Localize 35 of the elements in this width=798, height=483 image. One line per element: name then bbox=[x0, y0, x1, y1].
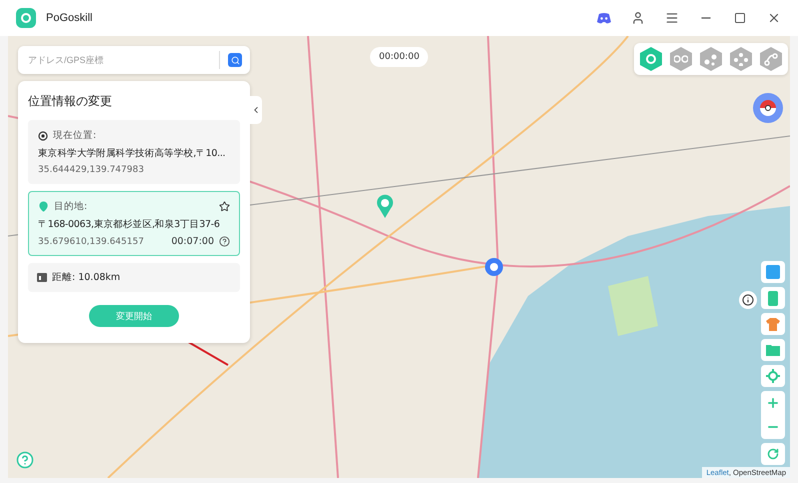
distance-text: 距離: 10.08km bbox=[52, 271, 120, 284]
reset-icon[interactable] bbox=[761, 443, 785, 465]
current-address: 東京科学大学附属科学技術高等学校,〒10... bbox=[38, 147, 226, 160]
star-icon[interactable] bbox=[219, 201, 230, 212]
search-icon[interactable] bbox=[228, 53, 242, 67]
destination-coordinates: 35.679610,139.645157 bbox=[38, 236, 145, 246]
destination-address: 〒168-0063,東京都杉並区,和泉3丁目37-6 bbox=[38, 218, 221, 231]
search-field[interactable]: アドレス/GPS座標 bbox=[18, 55, 219, 65]
mode-button[interactable] bbox=[670, 47, 692, 71]
mode-button[interactable] bbox=[640, 47, 662, 71]
app-logo-icon bbox=[16, 8, 36, 28]
mode-button[interactable] bbox=[760, 47, 782, 71]
mode-button[interactable] bbox=[700, 47, 722, 71]
travel-time: 00:07:00 bbox=[171, 236, 214, 247]
app-title: PoGoskill bbox=[46, 12, 94, 24]
current-location-label: 現在位置: bbox=[53, 129, 98, 142]
current-coordinates: 35.644429,139.747983 bbox=[38, 165, 145, 175]
crosshair-icon[interactable] bbox=[761, 365, 785, 387]
target-icon bbox=[38, 130, 48, 140]
search-bar[interactable]: アドレス/GPS座標 bbox=[18, 46, 250, 74]
ball-icon[interactable] bbox=[759, 99, 777, 117]
plus-icon[interactable] bbox=[766, 396, 780, 410]
mode-icon[interactable] bbox=[704, 52, 718, 66]
folder-icon[interactable] bbox=[761, 339, 785, 361]
map-pin-icon[interactable] bbox=[376, 194, 394, 218]
mode-icon[interactable] bbox=[734, 52, 748, 66]
help-icon[interactable] bbox=[219, 236, 230, 247]
mode-button[interactable] bbox=[730, 47, 752, 71]
location-marker-icon bbox=[484, 257, 504, 277]
panel-title: 位置情報の変更 bbox=[28, 93, 113, 110]
mode-icon[interactable] bbox=[644, 52, 658, 66]
mode-icon[interactable] bbox=[764, 52, 778, 66]
pin-icon bbox=[38, 201, 49, 212]
destination-label: 目的地: bbox=[54, 200, 88, 213]
timer: 00:00:00 bbox=[370, 47, 428, 67]
